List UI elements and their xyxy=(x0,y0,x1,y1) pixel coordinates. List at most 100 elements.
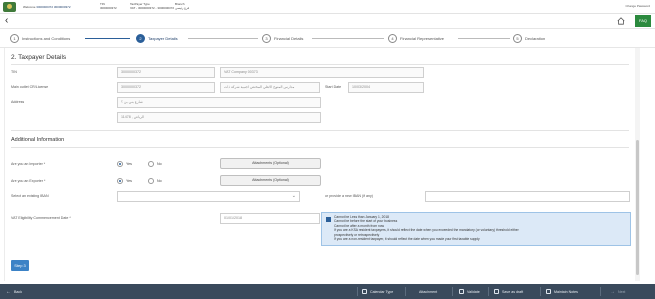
checkbox-checked-icon xyxy=(326,217,331,222)
divider xyxy=(405,287,406,296)
branch-info: Branch فرع رئيسي xyxy=(175,2,189,10)
back-label: Back xyxy=(14,289,22,294)
company-name-field: VAT Company 00373 xyxy=(220,67,424,78)
validate-label: Validate xyxy=(467,289,480,294)
iban-select[interactable]: ⌄ xyxy=(117,191,300,202)
start-date-field: 10/03/2004 xyxy=(348,82,424,93)
cr-number-field: 3000000372 xyxy=(117,82,215,93)
divider xyxy=(488,287,489,296)
tin-header-value: 3000000372 xyxy=(100,6,117,10)
home-icon[interactable] xyxy=(617,17,625,25)
exporter-no-radio[interactable]: No xyxy=(148,178,162,184)
step-number: 4 xyxy=(388,34,397,43)
step-3-button[interactable]: Step 3 xyxy=(11,260,29,271)
arrow-right-icon: → xyxy=(610,288,615,295)
top-bar: Welcome 3000000372 3000000372 TIN 300000… xyxy=(0,0,655,14)
save-draft-button[interactable]: Save as draft xyxy=(494,284,523,299)
page-title: 2. Taxpayer Details xyxy=(11,54,67,61)
radio-unselected-icon xyxy=(148,161,154,167)
taxpayer-type-info: TaxPayer Type VAT - 3000000372 - 3000000… xyxy=(130,2,174,10)
attachment-label: Attachment xyxy=(419,289,438,294)
taxpayer-type-value: VAT - 3000000372 - 3000000372 xyxy=(130,6,175,10)
step-2[interactable]: 2 Taxpayer Details xyxy=(136,33,178,44)
step-label: Financial Details xyxy=(274,36,304,41)
step-number: 2 xyxy=(136,34,145,43)
faq-button[interactable]: FAQ xyxy=(635,15,651,27)
divider xyxy=(11,130,629,131)
calendar-icon xyxy=(362,289,367,294)
importer-yes-radio[interactable]: Yes xyxy=(117,161,132,167)
radio-label: No xyxy=(157,179,162,183)
step-connector xyxy=(85,38,130,39)
radio-selected-icon xyxy=(117,178,123,184)
exporter-yes-radio[interactable]: Yes xyxy=(117,178,132,184)
step-label: Instructions and Conditions xyxy=(22,36,71,41)
divider xyxy=(540,287,541,296)
step-1[interactable]: 1 Instructions and Conditions xyxy=(10,33,70,44)
exporter-attachments-button[interactable]: Attachments (Optional) xyxy=(220,175,321,186)
step-number: 5 xyxy=(513,34,522,43)
maintain-notes-button[interactable]: Maintain Notes xyxy=(546,284,578,299)
nav-bar: ‹ FAQ xyxy=(0,14,655,29)
vat-start-label: VAT Eligibility Commencement Date * xyxy=(11,216,71,220)
exporter-label: Are you an Exporter * xyxy=(11,179,46,183)
iban-select-label: Select an existing IBAN xyxy=(11,194,49,198)
next-button[interactable]: → Next xyxy=(610,284,625,299)
importer-attachments-button[interactable]: Attachments (Optional) xyxy=(220,158,321,169)
iban-new-label: or provide a new IBAN (if any) xyxy=(325,194,373,198)
step-label: Declaration xyxy=(525,36,546,41)
validate-button[interactable]: Validate xyxy=(459,284,480,299)
save-icon xyxy=(494,289,499,294)
step-number: 1 xyxy=(10,34,19,43)
address-label: Address xyxy=(11,100,25,104)
iban-new-input[interactable] xyxy=(425,191,630,202)
address-line1-field: شارع بني بن ؟ xyxy=(117,97,321,108)
next-label: Next xyxy=(618,289,626,294)
welcome-value: 3000000372 3000000372 xyxy=(36,5,71,9)
chevron-down-icon: ⌄ xyxy=(291,193,296,199)
tin-info: TIN 3000000372 xyxy=(100,2,117,10)
step-label: Taxpayer Details xyxy=(148,36,178,41)
step-connector xyxy=(458,38,510,39)
divider xyxy=(600,287,601,296)
calendar-type-label: Calendar Type xyxy=(370,289,394,294)
bottom-action-bar: ← Back Calendar Type Attachment Validate… xyxy=(0,284,655,299)
start-date-label: Start Date xyxy=(325,85,342,89)
chevron-left-icon[interactable]: ‹ xyxy=(5,16,8,26)
change-password-link[interactable]: Change Password xyxy=(625,4,650,8)
step-5[interactable]: 5 Declaration xyxy=(513,33,545,44)
notes-icon xyxy=(546,289,551,294)
radio-label: Yes xyxy=(126,179,132,183)
welcome-info: Welcome 3000000372 3000000372 xyxy=(23,5,71,9)
wizard-stepper: 1 Instructions and Conditions 2 Taxpayer… xyxy=(0,29,655,48)
importer-no-radio[interactable]: No xyxy=(148,161,162,167)
radio-unselected-icon xyxy=(148,178,154,184)
vat-date-rules-box: Cannot be Less than January 1, 2018 Cann… xyxy=(321,212,631,246)
divider xyxy=(452,287,453,296)
branch-value: فرع رئيسي xyxy=(175,6,190,10)
divider xyxy=(357,287,358,296)
arrow-left-icon: ← xyxy=(6,288,11,295)
back-button[interactable]: ← Back xyxy=(6,284,22,299)
radio-label: Yes xyxy=(126,162,132,166)
divider xyxy=(11,64,629,65)
save-draft-label: Save as draft xyxy=(502,289,524,294)
main-outlet-label: Main outlet CR/License xyxy=(11,85,49,89)
step-connector xyxy=(188,38,258,39)
step-label: Financial Representative xyxy=(400,36,445,41)
main-content: 2. Taxpayer Details TIN 3000000372 VAT C… xyxy=(4,48,634,281)
additional-info-title: Additional Information xyxy=(11,137,65,143)
scrollbar-thumb[interactable] xyxy=(636,140,639,275)
radio-selected-icon xyxy=(117,161,123,167)
importer-label: Are you an Importer * xyxy=(11,162,46,166)
tin-field: 3000000372 xyxy=(117,67,215,78)
zakat-logo xyxy=(3,2,16,12)
attachment-button[interactable]: Attachment xyxy=(419,284,437,299)
step-3[interactable]: 3 Financial Details xyxy=(262,33,303,44)
divider xyxy=(11,147,629,148)
step-4[interactable]: 4 Financial Representative xyxy=(388,33,444,44)
tin-label: TIN xyxy=(11,70,17,74)
calendar-type-button[interactable]: Calendar Type xyxy=(362,284,393,299)
address-line2-field: 11478 , الرياض xyxy=(117,112,321,123)
vat-start-date-input[interactable]: 01/01/2018 xyxy=(220,213,320,224)
